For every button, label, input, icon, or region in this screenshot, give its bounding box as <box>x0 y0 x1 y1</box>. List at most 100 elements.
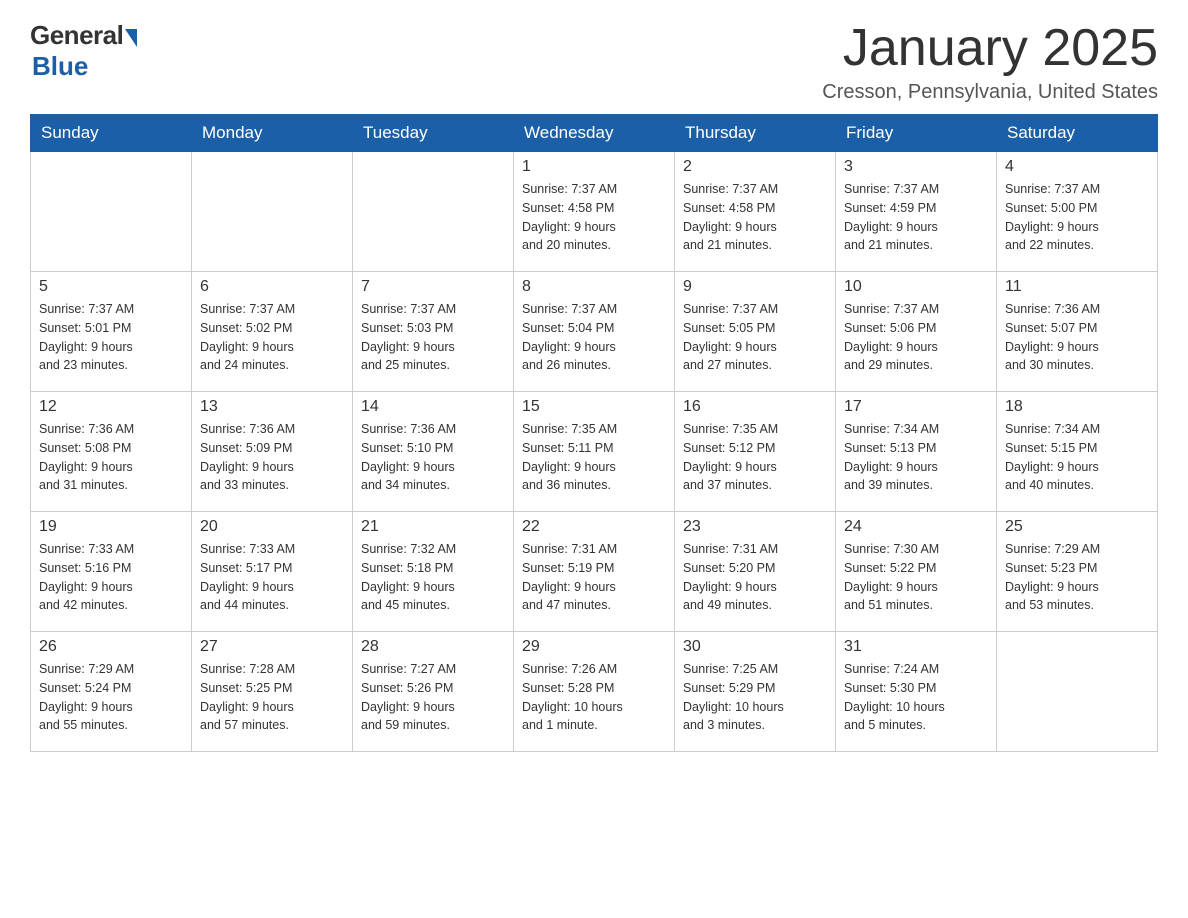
day-number: 8 <box>522 278 666 296</box>
day-info: Sunrise: 7:33 AM Sunset: 5:16 PM Dayligh… <box>39 540 183 615</box>
weekday-header-sunday: Sunday <box>31 115 192 152</box>
day-info: Sunrise: 7:32 AM Sunset: 5:18 PM Dayligh… <box>361 540 505 615</box>
calendar-cell: 2 Sunrise: 7:37 AM Sunset: 4:58 PM Daylig… <box>675 152 836 272</box>
day-number: 7 <box>361 278 505 296</box>
day-number: 13 <box>200 398 344 416</box>
calendar-week-5: 26 Sunrise: 7:29 AM Sunset: 5:24 PM Dayli… <box>31 632 1158 752</box>
day-info: Sunrise: 7:28 AM Sunset: 5:25 PM Dayligh… <box>200 660 344 735</box>
day-info: Sunrise: 7:27 AM Sunset: 5:26 PM Dayligh… <box>361 660 505 735</box>
title-section: January 2025 Cresson, Pennsylvania, Unit… <box>822 20 1158 104</box>
calendar-header-row: SundayMondayTuesdayWednesdayThursdayFrid… <box>31 115 1158 152</box>
day-number: 16 <box>683 398 827 416</box>
calendar-cell: 12 Sunrise: 7:36 AM Sunset: 5:08 PM Dayli… <box>31 392 192 512</box>
calendar-cell <box>31 152 192 272</box>
day-info: Sunrise: 7:36 AM Sunset: 5:10 PM Dayligh… <box>361 420 505 495</box>
day-number: 5 <box>39 278 183 296</box>
day-info: Sunrise: 7:34 AM Sunset: 5:13 PM Dayligh… <box>844 420 988 495</box>
day-info: Sunrise: 7:37 AM Sunset: 5:04 PM Dayligh… <box>522 300 666 375</box>
calendar-cell: 3Sunrise: 7:37 AM Sunset: 4:59 PM Daylig… <box>836 152 997 272</box>
logo-blue-text: Blue <box>32 51 88 82</box>
location-text: Cresson, Pennsylvania, United States <box>822 81 1158 104</box>
day-info: Sunrise: 7:35 AM Sunset: 5:11 PM Dayligh… <box>522 420 666 495</box>
calendar-cell: 4Sunrise: 7:37 AM Sunset: 5:00 PM Daylig… <box>997 152 1158 272</box>
calendar-cell: 20 Sunrise: 7:33 AM Sunset: 5:17 PM Dayli… <box>192 512 353 632</box>
day-number: 9 <box>683 278 827 296</box>
day-info: Sunrise: 7:37 AM Sunset: 4:58 PM Dayligh… <box>522 180 666 255</box>
day-number: 2 <box>683 158 827 176</box>
calendar-cell: 31Sunrise: 7:24 AM Sunset: 5:30 PM Dayli… <box>836 632 997 752</box>
calendar-cell: 15 Sunrise: 7:35 AM Sunset: 5:11 PM Dayli… <box>514 392 675 512</box>
day-number: 15 <box>522 398 666 416</box>
calendar-cell: 9Sunrise: 7:37 AM Sunset: 5:05 PM Daylig… <box>675 272 836 392</box>
weekday-header-thursday: Thursday <box>675 115 836 152</box>
day-number: 1 <box>522 158 666 176</box>
day-info: Sunrise: 7:29 AM Sunset: 5:23 PM Dayligh… <box>1005 540 1149 615</box>
day-info: Sunrise: 7:37 AM Sunset: 5:02 PM Dayligh… <box>200 300 344 375</box>
day-number: 18 <box>1005 398 1149 416</box>
calendar-cell: 19 Sunrise: 7:33 AM Sunset: 5:16 PM Dayli… <box>31 512 192 632</box>
logo-arrow-icon <box>125 29 137 47</box>
day-info: Sunrise: 7:33 AM Sunset: 5:17 PM Dayligh… <box>200 540 344 615</box>
calendar-cell: 13 Sunrise: 7:36 AM Sunset: 5:09 PM Dayli… <box>192 392 353 512</box>
month-title: January 2025 <box>822 20 1158 77</box>
day-info: Sunrise: 7:34 AM Sunset: 5:15 PM Dayligh… <box>1005 420 1149 495</box>
calendar-cell <box>997 632 1158 752</box>
day-number: 31 <box>844 638 988 656</box>
day-number: 28 <box>361 638 505 656</box>
calendar-cell: 17Sunrise: 7:34 AM Sunset: 5:13 PM Dayli… <box>836 392 997 512</box>
calendar-cell: 16 Sunrise: 7:35 AM Sunset: 5:12 PM Dayli… <box>675 392 836 512</box>
calendar-cell: 29Sunrise: 7:26 AM Sunset: 5:28 PM Dayli… <box>514 632 675 752</box>
day-info: Sunrise: 7:36 AM Sunset: 5:07 PM Dayligh… <box>1005 300 1149 375</box>
day-info: Sunrise: 7:30 AM Sunset: 5:22 PM Dayligh… <box>844 540 988 615</box>
weekday-header-monday: Monday <box>192 115 353 152</box>
calendar-cell: 23Sunrise: 7:31 AM Sunset: 5:20 PM Dayli… <box>675 512 836 632</box>
weekday-header-friday: Friday <box>836 115 997 152</box>
day-info: Sunrise: 7:31 AM Sunset: 5:19 PM Dayligh… <box>522 540 666 615</box>
calendar-cell: 10 Sunrise: 7:37 AM Sunset: 5:06 PM Dayli… <box>836 272 997 392</box>
day-number: 10 <box>844 278 988 296</box>
calendar-cell: 5 Sunrise: 7:37 AM Sunset: 5:01 PM Daylig… <box>31 272 192 392</box>
day-info: Sunrise: 7:26 AM Sunset: 5:28 PM Dayligh… <box>522 660 666 735</box>
day-number: 21 <box>361 518 505 536</box>
day-info: Sunrise: 7:36 AM Sunset: 5:08 PM Dayligh… <box>39 420 183 495</box>
calendar-cell: 1 Sunrise: 7:37 AM Sunset: 4:58 PM Daylig… <box>514 152 675 272</box>
calendar-cell: 24 Sunrise: 7:30 AM Sunset: 5:22 PM Dayli… <box>836 512 997 632</box>
day-number: 12 <box>39 398 183 416</box>
calendar-cell: 14 Sunrise: 7:36 AM Sunset: 5:10 PM Dayli… <box>353 392 514 512</box>
day-number: 19 <box>39 518 183 536</box>
weekday-header-tuesday: Tuesday <box>353 115 514 152</box>
day-info: Sunrise: 7:37 AM Sunset: 5:03 PM Dayligh… <box>361 300 505 375</box>
day-info: Sunrise: 7:29 AM Sunset: 5:24 PM Dayligh… <box>39 660 183 735</box>
calendar-cell: 26 Sunrise: 7:29 AM Sunset: 5:24 PM Dayli… <box>31 632 192 752</box>
day-number: 26 <box>39 638 183 656</box>
day-number: 6 <box>200 278 344 296</box>
calendar-cell: 28 Sunrise: 7:27 AM Sunset: 5:26 PM Dayli… <box>353 632 514 752</box>
day-info: Sunrise: 7:37 AM Sunset: 4:59 PM Dayligh… <box>844 180 988 255</box>
day-number: 23 <box>683 518 827 536</box>
calendar-week-4: 19 Sunrise: 7:33 AM Sunset: 5:16 PM Dayli… <box>31 512 1158 632</box>
weekday-header-saturday: Saturday <box>997 115 1158 152</box>
logo: General Blue <box>30 20 137 82</box>
day-number: 20 <box>200 518 344 536</box>
calendar-cell: 8 Sunrise: 7:37 AM Sunset: 5:04 PM Daylig… <box>514 272 675 392</box>
day-number: 14 <box>361 398 505 416</box>
day-number: 30 <box>683 638 827 656</box>
day-info: Sunrise: 7:37 AM Sunset: 4:58 PM Dayligh… <box>683 180 827 255</box>
calendar-cell: 21 Sunrise: 7:32 AM Sunset: 5:18 PM Dayli… <box>353 512 514 632</box>
day-number: 24 <box>844 518 988 536</box>
calendar-cell: 18 Sunrise: 7:34 AM Sunset: 5:15 PM Dayli… <box>997 392 1158 512</box>
weekday-header-wednesday: Wednesday <box>514 115 675 152</box>
day-info: Sunrise: 7:36 AM Sunset: 5:09 PM Dayligh… <box>200 420 344 495</box>
day-info: Sunrise: 7:37 AM Sunset: 5:01 PM Dayligh… <box>39 300 183 375</box>
calendar-cell <box>353 152 514 272</box>
calendar-cell: 25Sunrise: 7:29 AM Sunset: 5:23 PM Dayli… <box>997 512 1158 632</box>
day-info: Sunrise: 7:37 AM Sunset: 5:06 PM Dayligh… <box>844 300 988 375</box>
calendar-cell: 27Sunrise: 7:28 AM Sunset: 5:25 PM Dayli… <box>192 632 353 752</box>
calendar-cell <box>192 152 353 272</box>
calendar-cell: 11Sunrise: 7:36 AM Sunset: 5:07 PM Dayli… <box>997 272 1158 392</box>
calendar-week-2: 5 Sunrise: 7:37 AM Sunset: 5:01 PM Daylig… <box>31 272 1158 392</box>
day-info: Sunrise: 7:25 AM Sunset: 5:29 PM Dayligh… <box>683 660 827 735</box>
day-info: Sunrise: 7:35 AM Sunset: 5:12 PM Dayligh… <box>683 420 827 495</box>
calendar-cell: 30 Sunrise: 7:25 AM Sunset: 5:29 PM Dayli… <box>675 632 836 752</box>
day-number: 22 <box>522 518 666 536</box>
